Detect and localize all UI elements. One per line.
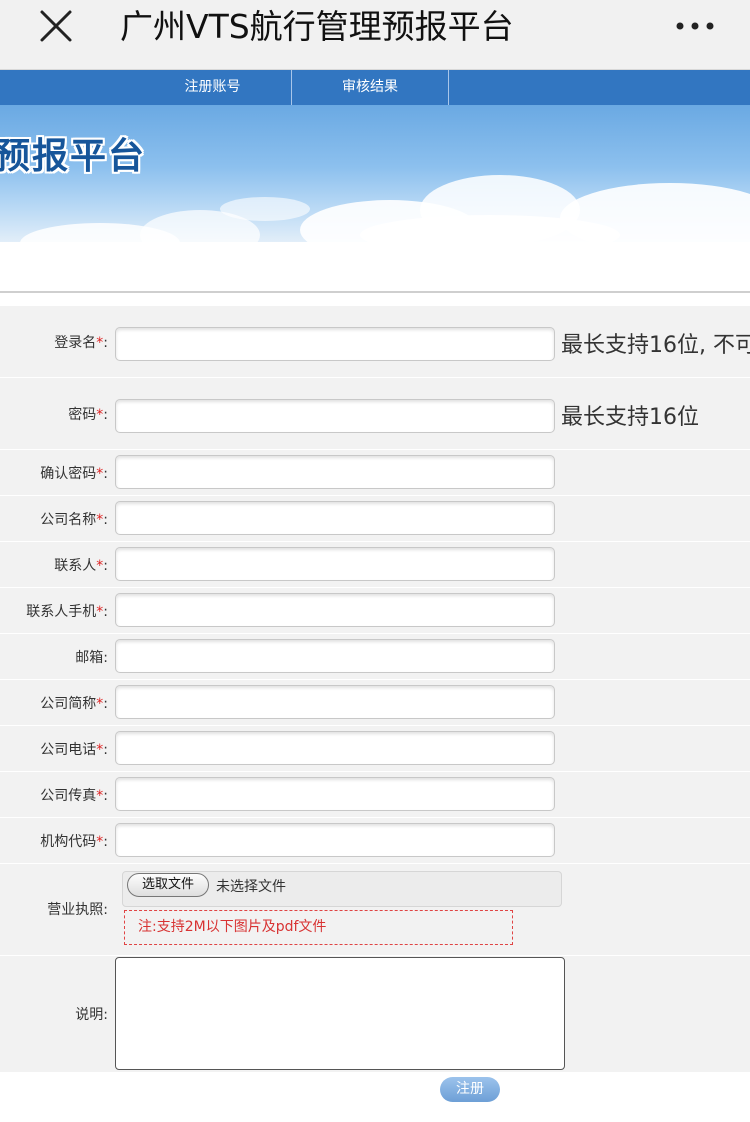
org-code-input[interactable] [115,823,555,857]
more-horizontal-icon[interactable] [672,12,718,40]
form-row-company-name: 公司名称*: [0,496,750,542]
nav-item-review-result[interactable]: 审核结果 [292,70,448,105]
file-status-text: 未选择文件 [216,879,286,895]
company-name-label: 公司名称*: [40,512,108,528]
form-row-description: 说明: [0,956,750,1072]
password-input[interactable] [115,399,555,433]
login-name-input[interactable] [115,327,555,361]
confirm-password-label: 确认密码*: [40,466,108,482]
section-divider [0,291,750,293]
form-row-confirm-password: 确认密码*: [0,450,750,496]
description-label: 说明: [75,1007,108,1023]
contact-phone-label: 联系人手机*: [26,604,108,620]
login-name-hint: 最长支持16位, 不可 [561,333,750,358]
company-name-input[interactable] [115,501,555,535]
company-fax-input[interactable] [115,777,555,811]
page-title: 广州VTS航行管理预报平台 [120,7,514,46]
app-bar: 广州VTS航行管理预报平台 [0,0,750,70]
org-code-label: 机构代码*: [40,834,108,850]
company-short-name-input[interactable] [115,685,555,719]
form-row-company-fax: 公司传真*: [0,772,750,818]
confirm-password-input[interactable] [115,455,555,489]
contact-phone-input[interactable] [115,593,555,627]
form-row-business-license: 营业执照: 选取文件 未选择文件 注:支持2M以下图片及pdf文件 [0,864,750,956]
header-banner: 预报平台 [0,105,750,242]
company-phone-input[interactable] [115,731,555,765]
company-phone-label: 公司电话*: [40,742,108,758]
form-row-company-short-name: 公司简称*: [0,680,750,726]
registration-form: 登录名*: 最长支持16位, 不可 密码*: 最长支持16位 确认密码*: 公司… [0,306,750,1072]
choose-file-button[interactable]: 选取文件 [127,873,210,897]
contact-label: 联系人*: [54,558,108,574]
form-row-contact-phone: 联系人手机*: [0,588,750,634]
nav-bar: 注册账号 审核结果 [0,70,750,105]
company-fax-label: 公司传真*: [40,788,108,804]
form-row-company-phone: 公司电话*: [0,726,750,772]
login-name-label: 登录名*: [54,335,108,351]
email-input[interactable] [115,639,555,673]
file-upload-field: 选取文件 未选择文件 [122,871,562,907]
nav-item-register[interactable]: 注册账号 [134,70,291,105]
email-label: 邮箱: [75,650,108,666]
register-button[interactable]: 注册 [440,1077,500,1102]
banner-title: 预报平台 [0,136,147,177]
nav-divider [448,70,449,105]
upload-note: 注:支持2M以下图片及pdf文件 [124,910,513,945]
close-icon[interactable] [38,8,76,46]
form-row-email: 邮箱: [0,634,750,680]
form-row-password: 密码*: 最长支持16位 [0,378,750,450]
password-label: 密码*: [68,407,108,423]
description-textarea[interactable] [115,957,565,1070]
form-row-contact: 联系人*: [0,542,750,588]
contact-input[interactable] [115,547,555,581]
password-hint: 最长支持16位 [561,405,699,430]
business-license-label: 营业执照: [47,902,108,918]
form-row-org-code: 机构代码*: [0,818,750,864]
company-short-name-label: 公司简称*: [40,696,108,712]
form-row-login-name: 登录名*: 最长支持16位, 不可 [0,306,750,378]
